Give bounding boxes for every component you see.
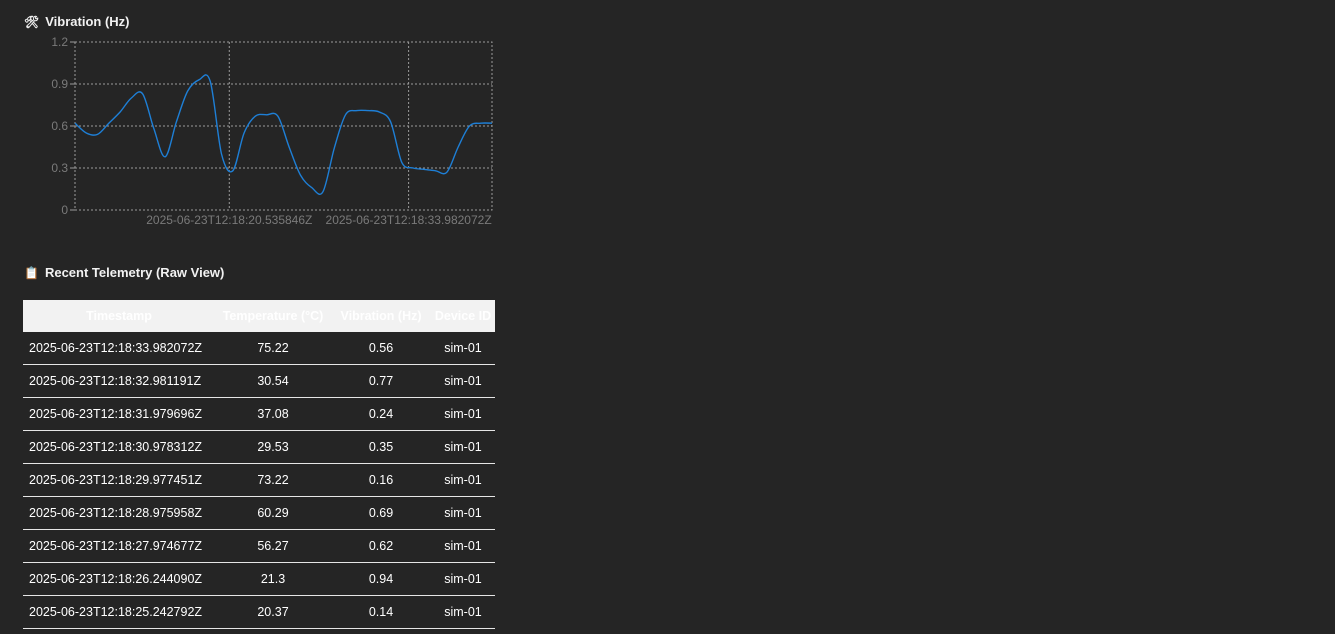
table-title-text: Recent Telemetry (Raw View) <box>44 265 225 280</box>
cell-vibration: 0.69 <box>331 496 431 530</box>
cell-timestamp: 2025-06-23T12:18:25.242792Z <box>23 595 215 629</box>
x-tick-label: 2025-06-23T12:18:33.982072Z <box>326 213 492 227</box>
cell-temperature: 75.22 <box>215 332 331 365</box>
cell-temperature: 30.54 <box>215 364 331 398</box>
cell-vibration: 0.94 <box>331 562 431 596</box>
table-section-title: 📋 Recent Telemetry (Raw View) <box>24 265 224 280</box>
cell-device-id: sim-01 <box>431 430 495 464</box>
table-row: 2025-06-23T12:18:32.981191Z 30.54 0.77 s… <box>23 364 495 398</box>
table-row: 2025-06-23T12:18:26.244090Z 21.3 0.94 si… <box>23 562 495 596</box>
column-header-vibration[interactable]: Vibration (Hz) <box>331 300 431 332</box>
cell-device-id: sim-01 <box>431 595 495 629</box>
cell-device-id: sim-01 <box>431 529 495 563</box>
cell-device-id: sim-01 <box>431 562 495 596</box>
cell-temperature: 56.27 <box>215 529 331 563</box>
cell-timestamp: 2025-06-23T12:18:28.975958Z <box>23 496 215 530</box>
cell-vibration: 0.16 <box>331 463 431 497</box>
y-tick-label: 0.6 <box>51 119 68 133</box>
clipboard-icon: 📋 <box>24 265 39 280</box>
cell-timestamp: 2025-06-23T12:18:27.974677Z <box>23 529 215 563</box>
y-tick-label: 0.9 <box>51 77 68 91</box>
column-header-temperature[interactable]: Temperature (°C) <box>215 300 331 332</box>
cell-vibration: 0.14 <box>331 595 431 629</box>
cell-vibration: 0.35 <box>331 430 431 464</box>
cell-vibration: 0.77 <box>331 364 431 398</box>
cell-timestamp: 2025-06-23T12:18:32.981191Z <box>23 364 215 398</box>
cell-temperature: 73.22 <box>215 463 331 497</box>
vibration-chart-svg: 0 0.3 0.6 0.9 1.2 2025-06-23T12:18:20.535846Z… <box>51 36 493 227</box>
table-header-row: Timestamp Temperature (°C) Vibration (Hz… <box>23 300 495 332</box>
cell-device-id: sim-01 <box>431 397 495 431</box>
table-row: 2025-06-23T12:18:29.977451Z 73.22 0.16 s… <box>23 463 495 497</box>
y-tick-label: 0 <box>61 203 68 217</box>
cell-timestamp: 2025-06-23T12:18:29.977451Z <box>23 463 215 497</box>
table-row: 2025-06-23T12:18:31.979696Z 37.08 0.24 s… <box>23 397 495 431</box>
table-row: 2025-06-23T12:18:27.974677Z 56.27 0.62 s… <box>23 529 495 563</box>
cell-timestamp: 2025-06-23T12:18:30.978312Z <box>23 430 215 464</box>
cell-vibration: 0.56 <box>331 332 431 365</box>
y-tick-label: 1.2 <box>51 36 68 49</box>
cell-vibration: 0.24 <box>331 397 431 431</box>
cell-timestamp: 2025-06-23T12:18:33.982072Z <box>23 332 215 365</box>
x-tick-label: 2025-06-23T12:18:20.535846Z <box>146 213 312 227</box>
telemetry-table-wrap: Timestamp Temperature (°C) Vibration (Hz… <box>23 300 495 629</box>
cell-temperature: 21.3 <box>215 562 331 596</box>
cell-temperature: 29.53 <box>215 430 331 464</box>
tools-icon: 🛠 <box>24 14 40 29</box>
cell-device-id: sim-01 <box>431 496 495 530</box>
cell-vibration: 0.62 <box>331 529 431 563</box>
table-row: 2025-06-23T12:18:30.978312Z 29.53 0.35 s… <box>23 430 495 464</box>
table-row: 2025-06-23T12:18:33.982072Z 75.22 0.56 s… <box>23 332 495 365</box>
vibration-chart: 0 0.3 0.6 0.9 1.2 2025-06-23T12:18:20.535846Z… <box>30 36 500 232</box>
column-header-timestamp[interactable]: Timestamp <box>23 300 215 332</box>
cell-temperature: 20.37 <box>215 595 331 629</box>
column-header-device-id[interactable]: Device ID <box>431 300 495 332</box>
cell-temperature: 37.08 <box>215 397 331 431</box>
chart-title-text: Vibration (Hz) <box>45 14 130 29</box>
cell-device-id: sim-01 <box>431 364 495 398</box>
telemetry-dashboard: 🛠 Vibration (Hz) 0 0.3 0.6 0.9 1.2 2025-06-23… <box>0 0 1335 634</box>
cell-timestamp: 2025-06-23T12:18:26.244090Z <box>23 562 215 596</box>
series-line-0 <box>74 74 493 195</box>
chart-section-title: 🛠 Vibration (Hz) <box>24 14 130 29</box>
table-row: 2025-06-23T12:18:28.975958Z 60.29 0.69 s… <box>23 496 495 530</box>
cell-temperature: 60.29 <box>215 496 331 530</box>
y-tick-label: 0.3 <box>51 161 68 175</box>
table-row: 2025-06-23T12:18:25.242792Z 20.37 0.14 s… <box>23 595 495 629</box>
telemetry-table: Timestamp Temperature (°C) Vibration (Hz… <box>23 300 495 629</box>
cell-device-id: sim-01 <box>431 463 495 497</box>
cell-timestamp: 2025-06-23T12:18:31.979696Z <box>23 397 215 431</box>
cell-device-id: sim-01 <box>431 332 495 365</box>
